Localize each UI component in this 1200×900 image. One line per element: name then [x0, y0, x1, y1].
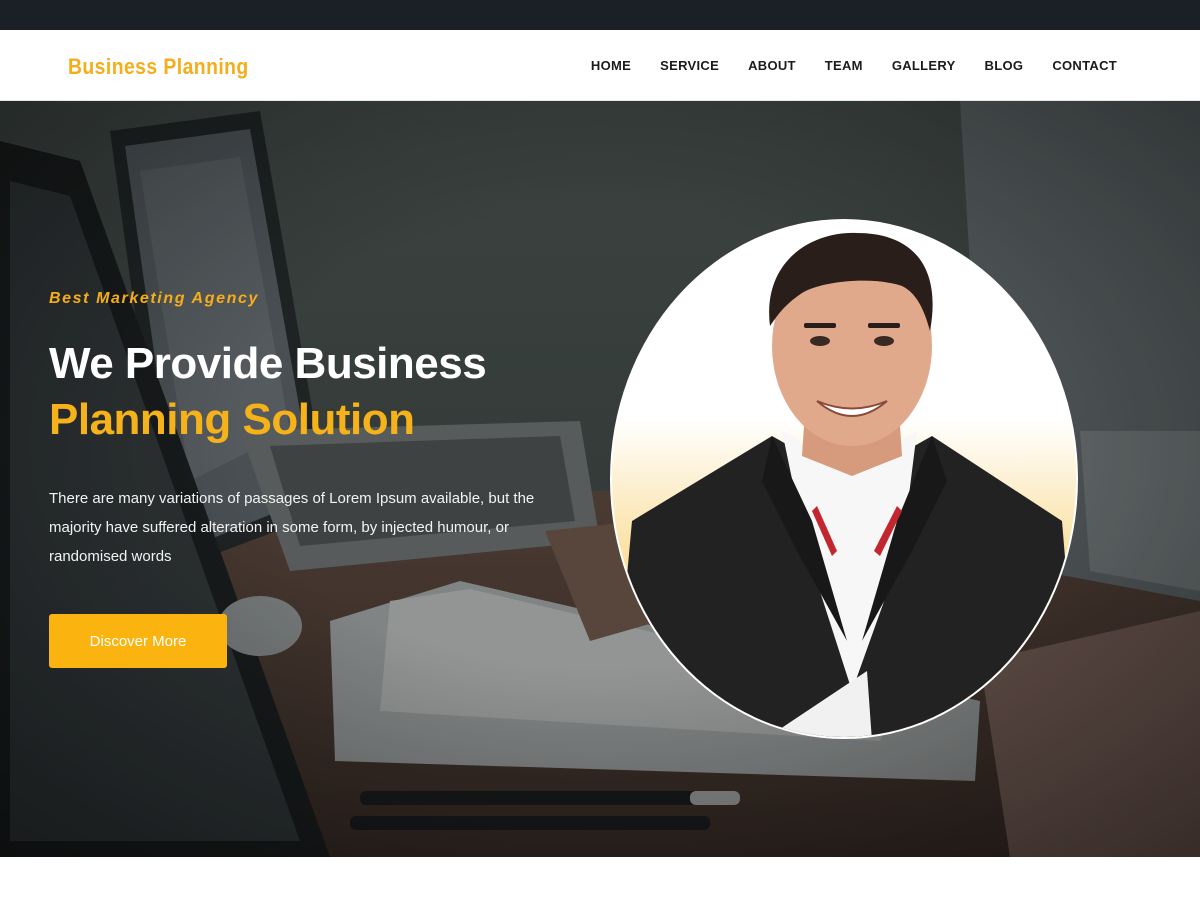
page-bottom: [0, 857, 1200, 900]
nav-contact[interactable]: CONTACT: [1052, 58, 1117, 73]
site-logo[interactable]: Business Planning: [68, 54, 249, 80]
hero-headline: We Provide Business Planning Solution: [49, 336, 487, 448]
portrait-image: [610, 219, 1078, 739]
site-header: Business Planning HOME SERVICE ABOUT TEA…: [0, 30, 1200, 101]
hero-headline-line1: We Provide Business: [49, 339, 487, 388]
nav-about[interactable]: ABOUT: [748, 58, 796, 73]
hero-section: Best Marketing Agency We Provide Busines…: [0, 101, 1200, 857]
main-nav: HOME SERVICE ABOUT TEAM GALLERY BLOG CON…: [591, 30, 1117, 101]
nav-blog[interactable]: BLOG: [985, 58, 1024, 73]
nav-home[interactable]: HOME: [591, 58, 631, 73]
top-bar: [0, 0, 1200, 30]
hero-description: There are many variations of passages of…: [49, 490, 535, 565]
hero-tagline: Best Marketing Agency: [49, 290, 259, 307]
hero-headline-line2: Planning Solution: [49, 395, 415, 444]
nav-gallery[interactable]: GALLERY: [892, 58, 956, 73]
discover-more-button[interactable]: Discover More: [49, 614, 227, 668]
nav-service[interactable]: SERVICE: [660, 58, 719, 73]
nav-team[interactable]: TEAM: [825, 58, 863, 73]
